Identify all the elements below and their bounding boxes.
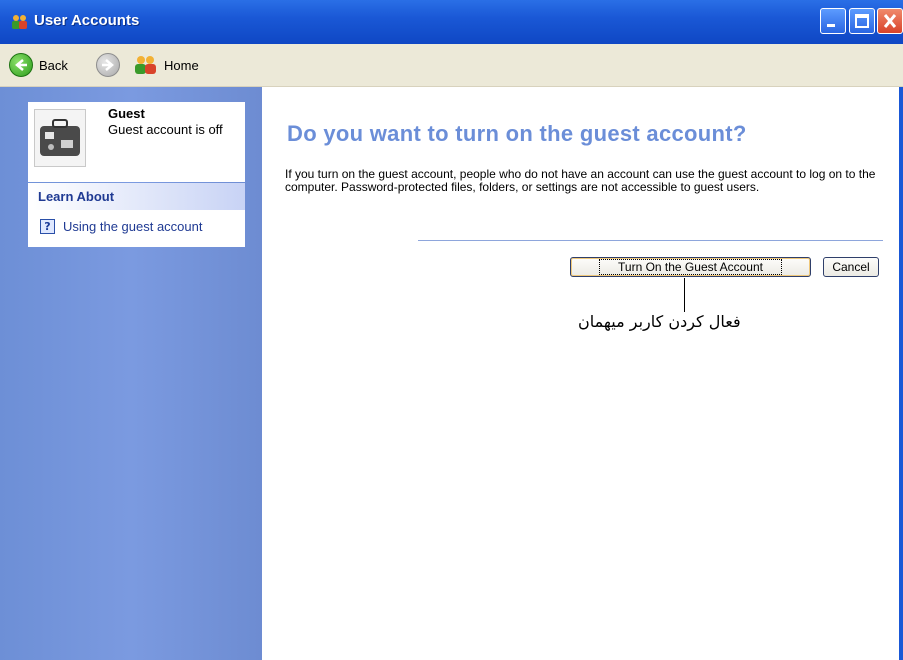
annotation-text: فعال کردن کاربر میهمان xyxy=(578,312,741,331)
annotation-line xyxy=(684,278,685,312)
home-label: Home xyxy=(164,57,199,73)
account-panel: Guest Guest account is off xyxy=(28,102,245,182)
learn-about-title: Learn About xyxy=(38,189,115,204)
learn-link-guest-account[interactable]: ? Using the guest account xyxy=(40,219,202,234)
user-accounts-window: User Accounts Back Home Guest Guest acco… xyxy=(0,0,903,660)
description-text: If you turn on the guest account, people… xyxy=(285,167,876,194)
cancel-button[interactable]: Cancel xyxy=(823,257,879,277)
learn-link-label: Using the guest account xyxy=(63,219,203,234)
user-accounts-icon xyxy=(12,15,27,29)
help-icon: ? xyxy=(40,219,55,234)
window-border xyxy=(899,44,903,660)
learn-about-panel: Learn About ? Using the guest account xyxy=(28,183,245,247)
window-title: User Accounts xyxy=(34,12,140,29)
minimize-button[interactable] xyxy=(820,8,846,34)
account-status: Guest account is off xyxy=(108,122,223,137)
guest-suitcase-icon xyxy=(34,109,86,167)
home-users-icon xyxy=(135,56,156,74)
navigation-bar: Back Home xyxy=(0,44,903,87)
close-button[interactable] xyxy=(877,8,903,34)
maximize-icon xyxy=(855,14,869,28)
page-title: Do you want to turn on the guest account… xyxy=(287,121,747,146)
home-button[interactable]: Home xyxy=(134,53,199,77)
turn-on-guest-button[interactable]: Turn On the Guest Account xyxy=(570,257,811,277)
maximize-button[interactable] xyxy=(849,8,875,34)
back-button[interactable]: Back xyxy=(9,53,68,77)
account-name: Guest xyxy=(108,106,145,121)
separator-line xyxy=(418,240,883,241)
title-bar[interactable]: User Accounts xyxy=(0,0,903,44)
forward-arrow-icon xyxy=(96,53,120,77)
forward-button[interactable] xyxy=(96,53,120,77)
back-label: Back xyxy=(39,57,68,73)
turn-on-guest-label: Turn On the Guest Account xyxy=(599,259,782,275)
back-arrow-icon xyxy=(9,53,33,77)
minimize-icon xyxy=(827,24,835,27)
learn-about-header: Learn About xyxy=(28,183,245,210)
close-icon xyxy=(883,14,897,28)
sidebar: Guest Guest account is off Learn About ?… xyxy=(0,87,262,660)
